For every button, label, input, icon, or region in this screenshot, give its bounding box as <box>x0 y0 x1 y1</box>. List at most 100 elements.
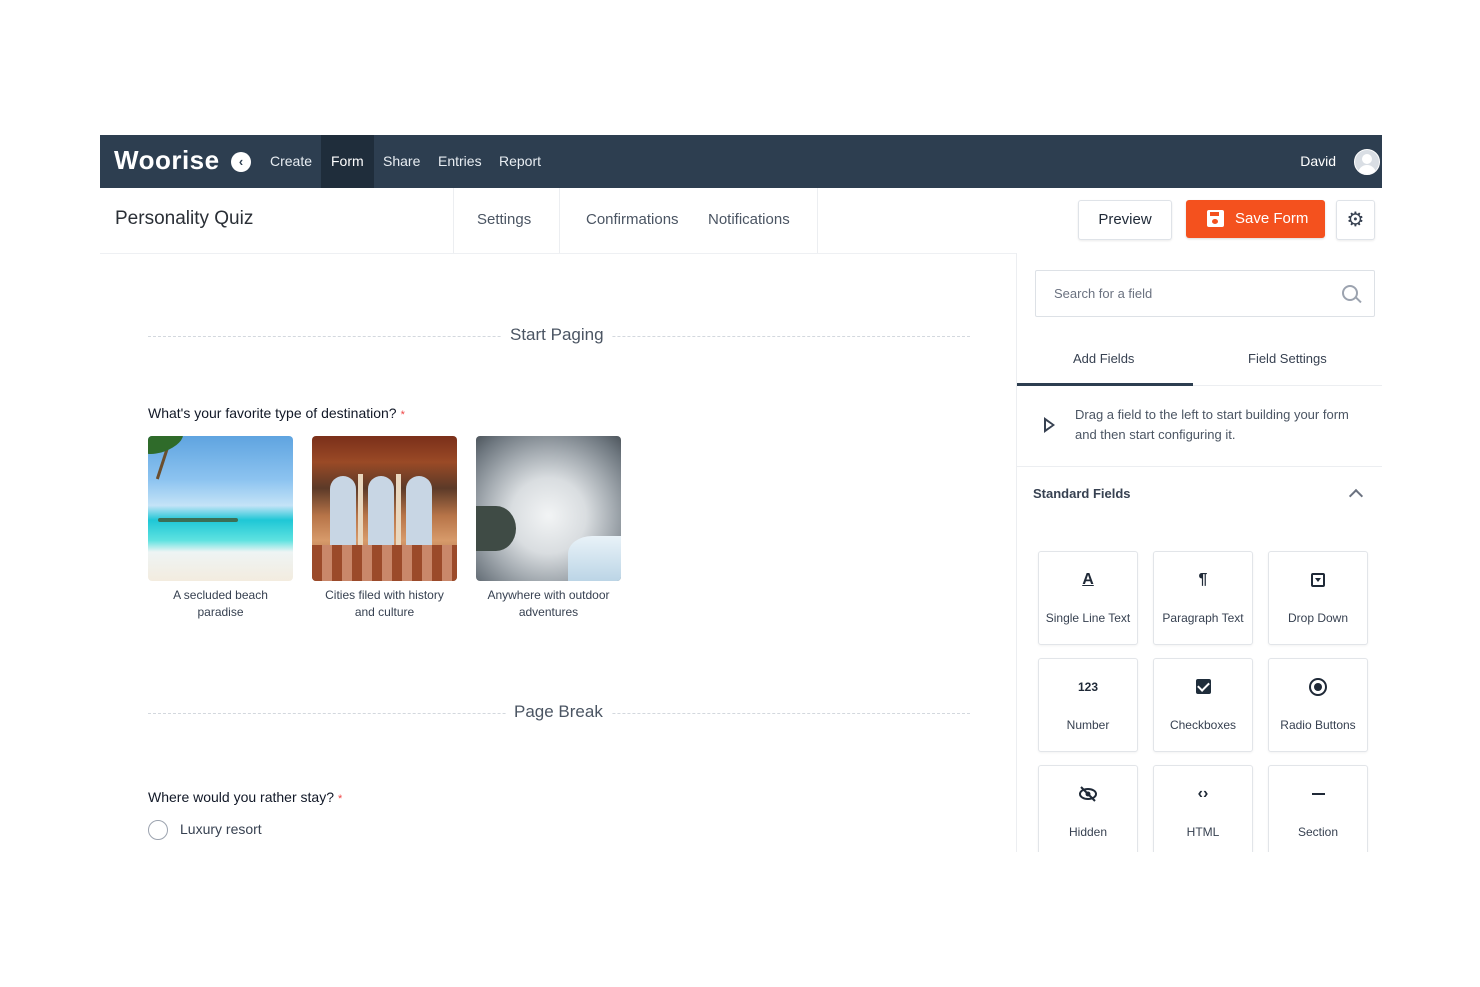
field-label: Single Line Text <box>1045 611 1131 625</box>
island <box>158 518 238 522</box>
pillar <box>358 474 363 554</box>
field-label: Hidden <box>1068 825 1108 839</box>
field-label: Drop Down <box>1287 611 1349 625</box>
nav-item-form[interactable]: Form <box>321 135 374 188</box>
choice-caption: A secluded beach paradise <box>148 587 293 621</box>
field-label: Number <box>1066 718 1110 732</box>
beach-image <box>148 436 293 581</box>
drag-hint: Drag a field to the left to start buildi… <box>1075 407 1349 442</box>
field-label: Checkboxes <box>1169 718 1237 732</box>
caption-line: Cities filed with history <box>325 588 444 602</box>
eye-slash-icon <box>1039 784 1137 804</box>
checkbox-icon <box>1154 677 1252 697</box>
text-icon: A <box>1082 571 1094 588</box>
image-choice-outdoor[interactable]: Anywhere with outdoor adventures <box>476 436 621 621</box>
field-paragraph-text[interactable]: ¶ Paragraph Text <box>1153 551 1253 645</box>
chevron-left-icon[interactable]: ‹ <box>231 152 251 172</box>
question-destination[interactable]: What's your favorite type of destination… <box>148 405 405 421</box>
required-mark: * <box>337 793 343 805</box>
outdoor-image <box>476 436 621 581</box>
field-html[interactable]: ‹› HTML <box>1153 765 1253 852</box>
pillar <box>396 474 401 554</box>
tab-add-fields[interactable]: Add Fields <box>1073 351 1134 366</box>
radio-icon <box>1269 677 1367 697</box>
question-stay[interactable]: Where would you rather stay? * <box>148 789 342 805</box>
tab-notifications[interactable]: Notifications <box>708 211 790 228</box>
save-form-button[interactable]: Save Form <box>1186 200 1325 238</box>
city-image <box>312 436 457 581</box>
field-label: Section <box>1297 825 1339 839</box>
header-divider <box>453 188 454 253</box>
radio-button[interactable] <box>148 820 168 840</box>
image-choice-city[interactable]: Cities filed with history and culture <box>312 436 457 621</box>
nav-item-entries[interactable]: Entries <box>428 135 492 188</box>
arch <box>368 476 394 546</box>
header-divider <box>817 188 818 253</box>
form-canvas: Start Paging What's your favorite type o… <box>100 253 1016 852</box>
floppy-disk-icon <box>1207 210 1224 227</box>
search-field-box[interactable] <box>1035 270 1375 317</box>
tab-confirmations[interactable]: Confirmations <box>586 211 679 228</box>
active-tab-indicator <box>1017 383 1193 386</box>
avatar-head <box>1362 154 1372 164</box>
field-number[interactable]: 123 Number <box>1038 658 1138 752</box>
section-divider <box>1017 466 1382 467</box>
user-name[interactable]: David <box>1300 135 1336 188</box>
field-label: Paragraph Text <box>1162 611 1244 625</box>
nav-item-create[interactable]: Create <box>260 135 322 188</box>
search-icon[interactable] <box>1342 285 1358 301</box>
palm-leaves <box>148 436 187 460</box>
required-mark: * <box>400 409 405 421</box>
page-break-divider[interactable]: Page Break <box>148 698 970 728</box>
top-navigation: Woorise ‹ Create Form Share Entries Repo… <box>100 135 1382 188</box>
paragraph-icon: ¶ <box>1198 571 1208 588</box>
caption-line: and culture <box>354 605 415 619</box>
save-form-label: Save Form <box>1235 210 1309 227</box>
header-divider <box>559 188 560 253</box>
question-label: What's your favorite type of destination… <box>148 405 397 421</box>
number-icon: 123 <box>1077 680 1099 694</box>
arch <box>330 476 356 546</box>
image-choice-beach[interactable]: A secluded beach paradise <box>148 436 293 621</box>
nav-item-report[interactable]: Report <box>489 135 551 188</box>
radio-label: Luxury resort <box>180 821 262 837</box>
field-section[interactable]: Section <box>1268 765 1368 852</box>
dash-icon <box>1269 784 1367 804</box>
page-break-label: Page Break <box>506 702 611 722</box>
code-icon: ‹› <box>1197 785 1209 802</box>
field-checkboxes[interactable]: Checkboxes <box>1153 658 1253 752</box>
fields-panel: Add Fields Field Settings Drag a field t… <box>1016 253 1382 852</box>
choice-caption: Anywhere with outdoor adventures <box>476 587 621 621</box>
field-label: HTML <box>1186 825 1220 839</box>
cliff <box>476 506 516 551</box>
caption-line: Anywhere with outdoor <box>487 588 610 602</box>
caption-line: paradise <box>197 605 244 619</box>
cursor-pointer-icon <box>1044 417 1055 433</box>
field-drop-down[interactable]: Drop Down <box>1268 551 1368 645</box>
search-input[interactable] <box>1037 272 1344 315</box>
field-radio-buttons[interactable]: Radio Buttons <box>1268 658 1368 752</box>
dropdown-icon <box>1269 570 1367 590</box>
chevron-up-icon[interactable] <box>1348 488 1364 504</box>
caption-line: adventures <box>518 605 579 619</box>
form-title[interactable]: Personality Quiz <box>115 208 253 230</box>
question-label: Where would you rather stay? <box>148 789 334 805</box>
field-single-line-text[interactable]: A Single Line Text <box>1038 551 1138 645</box>
tab-field-settings[interactable]: Field Settings <box>1248 351 1327 366</box>
form-header: Personality Quiz Settings Confirmations … <box>100 188 1382 254</box>
tab-settings[interactable]: Settings <box>477 211 531 228</box>
caption-line: A secluded beach <box>173 588 268 602</box>
tiled-floor <box>312 545 457 581</box>
start-paging-label: Start Paging <box>502 325 612 345</box>
app-window: Woorise ‹ Create Form Share Entries Repo… <box>100 135 1382 852</box>
gear-icon[interactable]: ⚙ <box>1336 200 1375 240</box>
field-hidden[interactable]: Hidden <box>1038 765 1138 852</box>
avatar[interactable] <box>1354 149 1380 175</box>
nav-item-share[interactable]: Share <box>373 135 430 188</box>
preview-button[interactable]: Preview <box>1078 200 1172 240</box>
avatar-body <box>1358 165 1376 174</box>
arch <box>406 476 432 546</box>
field-label: Radio Buttons <box>1280 718 1356 732</box>
start-paging-divider[interactable]: Start Paging <box>148 321 970 351</box>
standard-fields-title[interactable]: Standard Fields <box>1033 486 1131 501</box>
